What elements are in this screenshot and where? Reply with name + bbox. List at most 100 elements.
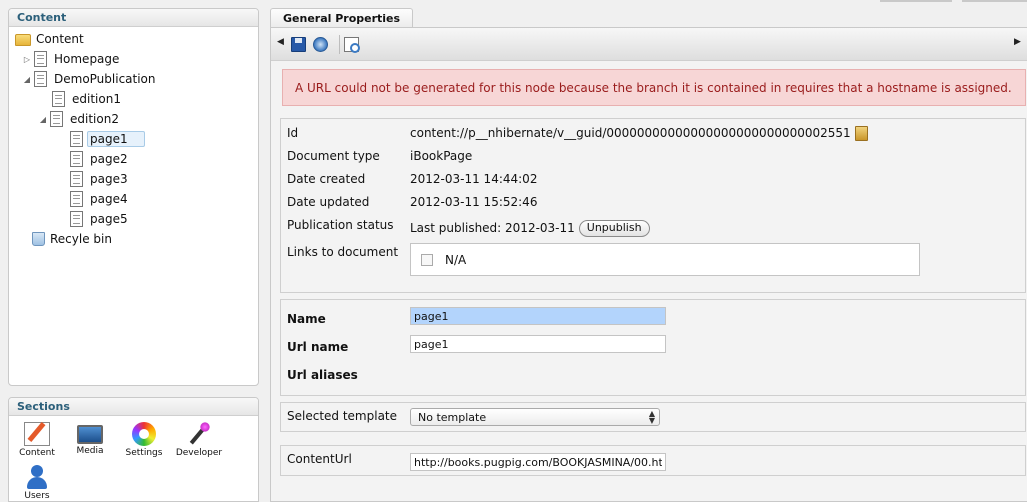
section-label: Media (76, 446, 104, 456)
document-icon (34, 71, 47, 87)
template-selected-value: No template (418, 411, 487, 424)
recycle-bin-icon (32, 232, 45, 246)
select-arrows-icon: ▲ ▼ (648, 409, 655, 425)
sections-panel-title: Sections (9, 398, 258, 416)
tree-item-label: page1 (87, 131, 145, 147)
document-icon (70, 131, 83, 147)
section-label: Settings (125, 448, 163, 458)
tree-item-homepage[interactable]: ▷ Homepage (22, 50, 122, 68)
url-aliases-label: Url aliases (287, 368, 358, 382)
links-value: N/A (445, 253, 467, 267)
section-settings[interactable]: Settings (117, 422, 171, 458)
naming-group: Name Url name Url aliases (280, 299, 1026, 396)
save-publish-icon[interactable] (313, 37, 328, 52)
tree-item-label: DemoPublication (54, 72, 156, 86)
content-url-group: ContentUrl (280, 445, 1026, 476)
top-tab-stub (962, 0, 1027, 2)
scroll-left-icon[interactable]: ◀ (277, 37, 284, 47)
section-label: Users (24, 491, 50, 501)
tree-item-label: edition2 (70, 112, 119, 126)
document-icon (50, 111, 63, 127)
user-icon (24, 465, 50, 489)
section-developer[interactable]: Developer (172, 422, 226, 458)
tree-item-recycle-bin[interactable]: Recyle bin (32, 230, 115, 248)
url-error-alert: A URL could not be generated for this no… (282, 69, 1026, 106)
name-label: Name (287, 312, 326, 326)
preview-icon[interactable] (344, 37, 360, 53)
template-select[interactable]: No template ▲ ▼ (410, 408, 660, 426)
publication-status-label: Publication status (287, 218, 394, 232)
template-group: Selected template No template ▲ ▼ (280, 402, 1026, 432)
tree-item-page3[interactable]: page3 (68, 170, 131, 188)
content-url-label: ContentUrl (287, 452, 352, 466)
content-tree-panel: Content Content ▷ Homepage ◢ DemoPublica… (8, 8, 259, 386)
tree-item-label: Content (36, 32, 84, 46)
tree-item-label: edition1 (72, 92, 121, 106)
tree-item-label: page5 (90, 212, 128, 226)
id-label: Id (287, 126, 299, 140)
clipboard-icon[interactable] (854, 126, 868, 141)
scroll-right-icon[interactable]: ▶ (1014, 37, 1021, 47)
toolbar: ◀ ▶ (271, 28, 1027, 61)
link-checkbox[interactable] (421, 254, 433, 266)
section-label: Content (19, 448, 55, 458)
publication-status-value: Last published: 2012-03-11 Unpublish (410, 220, 650, 237)
document-icon (34, 51, 47, 67)
color-wheel-icon (132, 422, 156, 446)
document-icon (70, 171, 83, 187)
document-icon (52, 91, 65, 107)
date-created-label: Date created (287, 172, 366, 186)
section-media[interactable]: Media (63, 422, 117, 456)
monitor-icon (77, 425, 103, 444)
tree-item-edition2[interactable]: ◢ edition2 (38, 110, 122, 128)
content-panel-title: Content (9, 9, 258, 27)
tree-item-page4[interactable]: page4 (68, 190, 131, 208)
collapse-arrow-icon[interactable]: ◢ (38, 115, 48, 124)
id-text: content://p__nhibernate/v__guid/00000000… (410, 126, 851, 140)
date-updated-value: 2012-03-11 15:52:46 (410, 195, 538, 209)
tree-item-label: page2 (90, 152, 128, 166)
tree-item-page5[interactable]: page5 (68, 210, 131, 228)
tab-general-properties[interactable]: General Properties (270, 8, 414, 28)
document-type-value: iBookPage (410, 149, 473, 163)
section-label: Developer (175, 448, 223, 458)
id-value: content://p__nhibernate/v__guid/00000000… (410, 126, 868, 141)
date-updated-label: Date updated (287, 195, 370, 209)
tree-item-edition1[interactable]: edition1 (50, 90, 124, 108)
tree-item-label: page4 (90, 192, 128, 206)
tree-item-label: Recyle bin (50, 232, 112, 246)
pencil-icon (24, 422, 50, 446)
main-panel: ◀ ▶ A URL could not be generated for thi… (270, 27, 1027, 502)
toolbar-separator (339, 35, 340, 54)
sections-panel: Sections Content Media Settings Develope… (8, 397, 259, 502)
tree-item-label: page3 (90, 172, 128, 186)
document-icon (70, 211, 83, 227)
document-type-label: Document type (287, 149, 380, 163)
url-name-input[interactable] (410, 335, 666, 353)
save-icon[interactable] (291, 37, 306, 52)
properties-group: Id content://p__nhibernate/v__guid/00000… (280, 118, 1026, 293)
document-icon (70, 191, 83, 207)
top-tab-stub (880, 0, 952, 2)
content-url-input[interactable] (410, 453, 666, 471)
collapse-arrow-icon[interactable]: ◢ (22, 75, 32, 84)
name-input[interactable] (410, 307, 666, 325)
tree-item-content[interactable]: Content (15, 30, 87, 48)
magic-wand-icon (186, 422, 212, 446)
section-users[interactable]: Users (10, 465, 64, 501)
last-published-text: Last published: 2012-03-11 (410, 221, 575, 235)
unpublish-button[interactable]: Unpublish (578, 220, 650, 237)
section-content[interactable]: Content (10, 422, 64, 458)
tree-item-page2[interactable]: page2 (68, 150, 131, 168)
selected-template-label: Selected template (287, 409, 398, 423)
links-to-document-box: N/A (410, 243, 920, 276)
tree-item-demopublication[interactable]: ◢ DemoPublication (22, 70, 159, 88)
tree-item-page1[interactable]: page1 (68, 130, 145, 148)
date-created-value: 2012-03-11 14:44:02 (410, 172, 538, 186)
expand-arrow-icon[interactable]: ▷ (22, 55, 32, 64)
folder-icon (15, 34, 31, 46)
url-name-label: Url name (287, 340, 349, 354)
tree-item-label: Homepage (54, 52, 120, 66)
links-to-document-label: Links to document (287, 245, 399, 259)
document-icon (70, 151, 83, 167)
